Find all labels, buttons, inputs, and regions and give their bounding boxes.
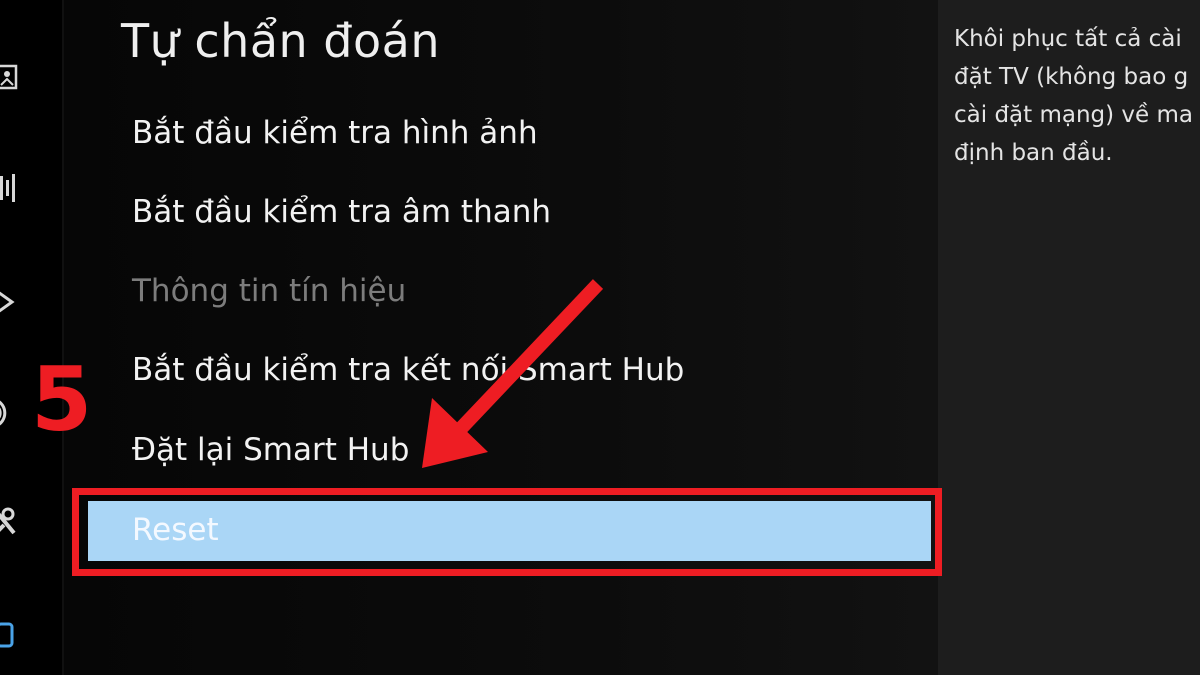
- menu-item-smart-hub-connection-test[interactable]: Bắt đầu kiểm tra kết nối Smart Hub: [132, 350, 684, 390]
- menu-item-picture-test[interactable]: Bắt đầu kiểm tra hình ảnh: [132, 113, 538, 153]
- support-icon[interactable]: [0, 505, 18, 539]
- sound-icon[interactable]: [0, 170, 18, 204]
- settings-sidebar: [0, 0, 62, 675]
- self-diagnosis-panel: [64, 0, 938, 675]
- broadcast-icon[interactable]: [0, 284, 18, 318]
- menu-item-sound-test[interactable]: Bắt đầu kiểm tra âm thanh: [132, 192, 551, 232]
- tv-settings-screen: Tự chẩn đoán Bắt đầu kiểm tra hình ảnh B…: [0, 0, 1200, 675]
- network-icon[interactable]: [0, 396, 18, 430]
- step-number: 5: [31, 348, 93, 451]
- page-title: Tự chẩn đoán: [121, 14, 440, 68]
- reset-label[interactable]: Reset: [132, 510, 219, 550]
- description-text: Khôi phục tất cả cài đặt TV (không bao g…: [954, 26, 1193, 166]
- general-icon[interactable]: [0, 618, 18, 652]
- menu-item-signal-info: Thông tin tín hiệu: [132, 273, 407, 309]
- picture-icon[interactable]: [0, 60, 18, 94]
- menu-item-reset-smart-hub[interactable]: Đặt lại Smart Hub: [132, 430, 409, 470]
